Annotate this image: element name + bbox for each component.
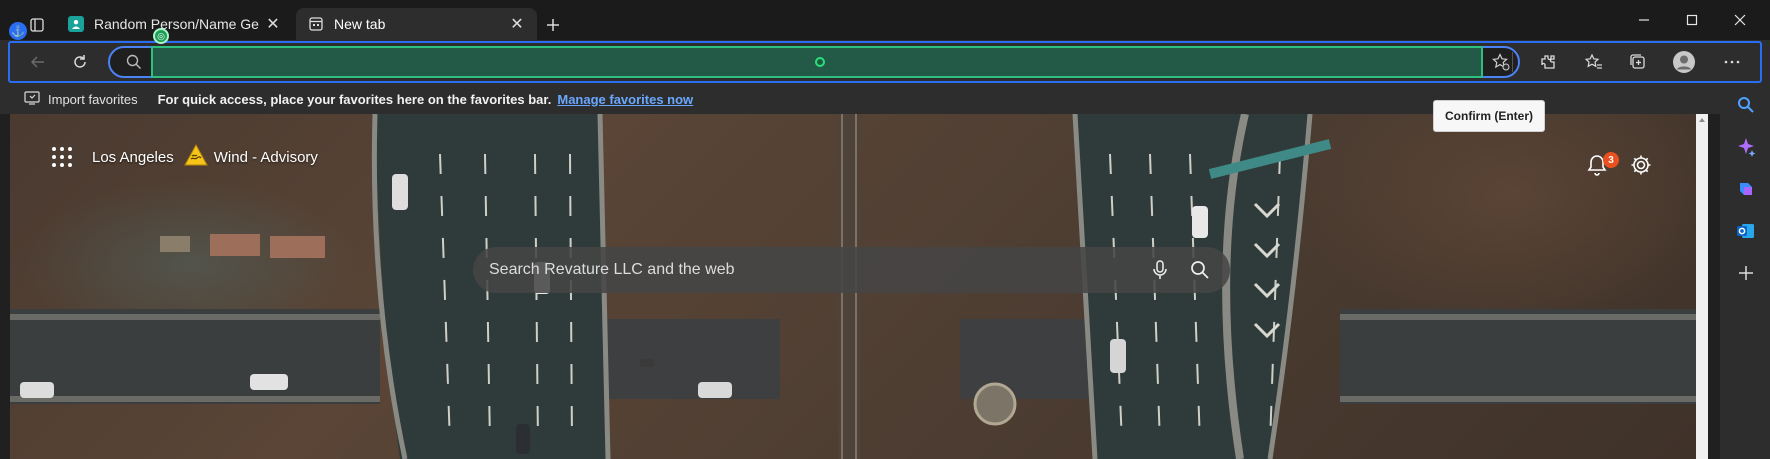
- overlay-badge-icon: ◎: [153, 28, 169, 44]
- close-tab-icon[interactable]: ✕: [259, 10, 287, 38]
- sidebar-search-icon[interactable]: [1733, 92, 1759, 118]
- import-favorites-button[interactable]: Import favorites: [24, 90, 138, 108]
- apps-launcher-icon[interactable]: [52, 147, 72, 167]
- tab-random-person[interactable]: Random Person/Name Generator ✕: [56, 8, 293, 40]
- favorites-button[interactable]: [1578, 46, 1610, 78]
- import-favorites-label: Import favorites: [48, 91, 138, 107]
- newtab-icon: [308, 16, 324, 32]
- title-bar: Random Person/Name Generator ✕ New tab ✕: [0, 0, 1770, 40]
- newtab-background: Los Angeles Wind - Advisory: [10, 114, 1696, 459]
- weather-widget[interactable]: Los Angeles Wind - Advisory: [52, 143, 318, 170]
- search-icon: [126, 54, 142, 75]
- page-scrollbar[interactable]: [1696, 114, 1708, 459]
- microphone-icon[interactable]: [1140, 250, 1180, 290]
- copilot-icon[interactable]: [1733, 176, 1759, 202]
- tab-title: New tab: [334, 16, 386, 32]
- new-tab-button[interactable]: [538, 10, 568, 40]
- cursor-marker: [815, 57, 825, 67]
- collections-button[interactable]: [1622, 46, 1654, 78]
- person-icon: [68, 16, 84, 32]
- back-button[interactable]: [22, 46, 54, 78]
- warning-icon: [183, 143, 208, 170]
- add-sidebar-app-icon[interactable]: [1733, 260, 1759, 286]
- confirm-tooltip: Confirm (Enter): [1433, 100, 1545, 132]
- notification-count-badge: 3: [1603, 152, 1619, 168]
- close-window-icon[interactable]: [1716, 0, 1764, 40]
- profile-avatar[interactable]: [1668, 46, 1700, 78]
- search-submit-icon[interactable]: [1180, 250, 1220, 290]
- anchor-icon: ⚓: [9, 22, 27, 40]
- tab-title: Random Person/Name Generator: [94, 16, 259, 32]
- extensions-button[interactable]: [1532, 46, 1564, 78]
- web-search-box[interactable]: [473, 247, 1230, 293]
- settings-gear-icon[interactable]: [1630, 154, 1656, 180]
- add-favorite-icon[interactable]: [1492, 53, 1510, 76]
- weather-alert: Wind - Advisory: [213, 148, 318, 166]
- copilot-sparkle-icon[interactable]: [1733, 134, 1759, 160]
- outlook-icon[interactable]: [1733, 218, 1759, 244]
- minimize-icon[interactable]: [1620, 0, 1668, 40]
- edge-sidebar: [1720, 84, 1770, 459]
- manage-favorites-link[interactable]: Manage favorites now: [557, 92, 693, 107]
- toolbar-separator: [1512, 52, 1513, 72]
- scroll-up-arrow-icon[interactable]: [1698, 116, 1706, 124]
- favorites-hint: For quick access, place your favorites h…: [157, 91, 552, 107]
- weather-location: Los Angeles: [92, 148, 174, 166]
- sidebar-toggle-icon[interactable]: [28, 16, 46, 34]
- import-icon: [24, 90, 40, 108]
- web-search-input[interactable]: [473, 247, 1140, 293]
- refresh-button[interactable]: [64, 46, 96, 78]
- close-tab-icon[interactable]: ✕: [503, 10, 531, 38]
- more-options-icon[interactable]: [1716, 46, 1748, 78]
- tab-new-tab[interactable]: New tab ✕: [296, 8, 537, 40]
- maximize-icon[interactable]: [1668, 0, 1716, 40]
